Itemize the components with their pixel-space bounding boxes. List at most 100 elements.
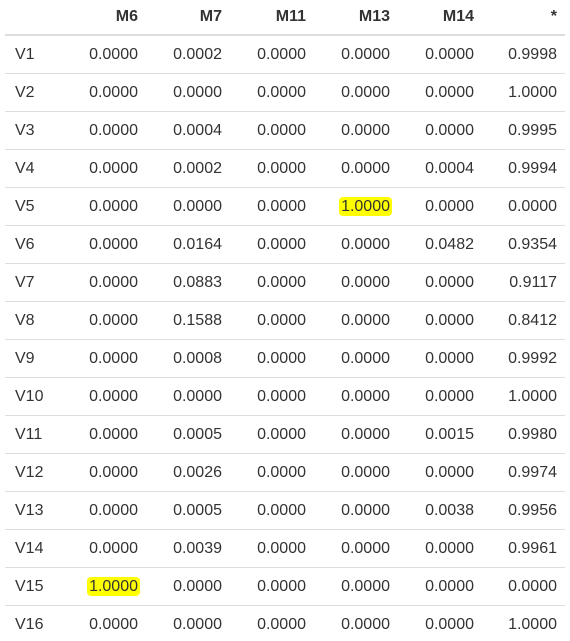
table-cell: 0.0000 [398, 111, 482, 150]
table-cell: 1.0000 [314, 187, 398, 226]
table-cell: 0.9994 [482, 149, 565, 188]
column-header: * [482, 0, 565, 36]
header-cell-row-label [5, 0, 65, 36]
table-cell: 0.9956 [482, 491, 565, 530]
column-header: M14 [398, 0, 482, 36]
table-cell: 0.0000 [65, 453, 146, 492]
table-cell: 0.0000 [65, 415, 146, 454]
column-header: M7 [146, 0, 230, 36]
table-cell: 0.0000 [65, 491, 146, 530]
table-cell: 0.0000 [65, 263, 146, 302]
table-cell: 0.0000 [65, 605, 146, 641]
table-cell: 0.0000 [230, 301, 314, 340]
table-body: V1 0.0000 0.0002 0.0000 0.0000 0.0000 0.9998 V2… [5, 35, 565, 641]
table-cell: 0.0000 [398, 605, 482, 641]
table-cell: 0.0000 [146, 567, 230, 606]
table-cell: 0.9117 [482, 263, 565, 302]
table-cell: 1.0000 [65, 567, 146, 606]
table-row: V9 0.0000 0.0008 0.0000 0.0000 0.0000 0.9992 [5, 339, 565, 378]
table-cell: 0.0000 [230, 491, 314, 530]
table-cell: 0.0000 [398, 301, 482, 340]
row-label: V13 [5, 491, 65, 530]
table-row: V8 0.0000 0.1588 0.0000 0.0000 0.0000 0.8412 [5, 301, 565, 340]
table-cell: 0.0000 [398, 339, 482, 378]
table-cell: 0.0164 [146, 225, 230, 264]
table-cell: 0.0000 [398, 263, 482, 302]
table-row: V10 0.0000 0.0000 0.0000 0.0000 0.0000 1.0000 [5, 377, 565, 416]
table-cell: 0.0000 [314, 529, 398, 568]
table-row: V2 0.0000 0.0000 0.0000 0.0000 0.0000 1.0000 [5, 73, 565, 112]
table-cell: 0.0000 [230, 453, 314, 492]
table-cell: 0.0000 [230, 225, 314, 264]
table-cell: 0.0000 [314, 111, 398, 150]
table-cell: 0.0000 [398, 377, 482, 416]
table-cell: 0.0883 [146, 263, 230, 302]
table-cell: 1.0000 [482, 377, 565, 416]
table-cell: 0.0000 [398, 529, 482, 568]
row-label: V2 [5, 73, 65, 112]
table-cell: 0.9961 [482, 529, 565, 568]
table-cell: 0.0005 [146, 491, 230, 530]
table-cell: 0.0000 [146, 605, 230, 641]
row-label: V15 [5, 567, 65, 606]
table-cell: 0.0000 [230, 415, 314, 454]
column-header: M13 [314, 0, 398, 36]
table-cell: 0.0000 [314, 567, 398, 606]
table-cell: 0.0002 [146, 35, 230, 74]
table-cell: 0.0000 [230, 605, 314, 641]
table-cell: 0.0000 [65, 225, 146, 264]
table-cell: 0.0000 [65, 73, 146, 112]
table-cell: 0.0004 [146, 111, 230, 150]
table-cell: 0.0000 [314, 301, 398, 340]
row-label: V7 [5, 263, 65, 302]
table-cell: 0.0000 [314, 263, 398, 302]
table-cell: 0.0000 [314, 491, 398, 530]
table-cell: 0.0000 [398, 187, 482, 226]
table-cell: 0.0000 [230, 263, 314, 302]
table-cell: 0.0000 [146, 377, 230, 416]
table-cell: 0.0000 [65, 529, 146, 568]
table-cell: 0.0000 [230, 567, 314, 606]
probability-table-container: M6 M7 M11 M13 M14 * V1 0.0000 0.0002 0.0000 0.000… [5, 0, 565, 641]
column-header: M11 [230, 0, 314, 36]
table-row: V4 0.0000 0.0002 0.0000 0.0000 0.0004 0.9994 [5, 149, 565, 188]
table-cell: 0.0038 [398, 491, 482, 530]
row-label: V16 [5, 605, 65, 641]
table-cell: 0.0000 [482, 187, 565, 226]
header-row: M6 M7 M11 M13 M14 * [5, 0, 565, 36]
table-cell: 0.0015 [398, 415, 482, 454]
table-cell: 0.9992 [482, 339, 565, 378]
table-row: V16 0.0000 0.0000 0.0000 0.0000 0.0000 1.0000 [5, 605, 565, 641]
table-row: V3 0.0000 0.0004 0.0000 0.0000 0.0000 0.9995 [5, 111, 565, 150]
row-label: V11 [5, 415, 65, 454]
row-label: V3 [5, 111, 65, 150]
table-cell: 0.0000 [398, 453, 482, 492]
table-cell: 0.0000 [230, 187, 314, 226]
highlighted-value: 1.0000 [89, 576, 138, 596]
table-row: V12 0.0000 0.0026 0.0000 0.0000 0.0000 0.9974 [5, 453, 565, 492]
table-cell: 0.0000 [230, 339, 314, 378]
table-cell: 0.0005 [146, 415, 230, 454]
table-cell: 0.0000 [230, 529, 314, 568]
table-cell: 0.0000 [230, 73, 314, 112]
table-cell: 0.0000 [314, 225, 398, 264]
table-cell: 0.1588 [146, 301, 230, 340]
table-cell: 0.0000 [65, 301, 146, 340]
table-row: V14 0.0000 0.0039 0.0000 0.0000 0.0000 0.9961 [5, 529, 565, 568]
table-cell: 0.0000 [482, 567, 565, 606]
table-cell: 0.0000 [314, 605, 398, 641]
row-label: V9 [5, 339, 65, 378]
table-row: V15 1.0000 0.0000 0.0000 0.0000 0.0000 0.0000 [5, 567, 565, 606]
table-cell: 0.0000 [398, 73, 482, 112]
row-label: V1 [5, 35, 65, 74]
table-row: V7 0.0000 0.0883 0.0000 0.0000 0.0000 0.9117 [5, 263, 565, 302]
table-cell: 0.9974 [482, 453, 565, 492]
table-cell: 0.0004 [398, 149, 482, 188]
table-cell: 0.0000 [230, 149, 314, 188]
table-cell: 0.0039 [146, 529, 230, 568]
table-cell: 0.0000 [314, 35, 398, 74]
table-cell: 0.9998 [482, 35, 565, 74]
table-cell: 0.0000 [65, 111, 146, 150]
column-header: M6 [65, 0, 146, 36]
highlighted-value: 1.0000 [341, 196, 390, 216]
